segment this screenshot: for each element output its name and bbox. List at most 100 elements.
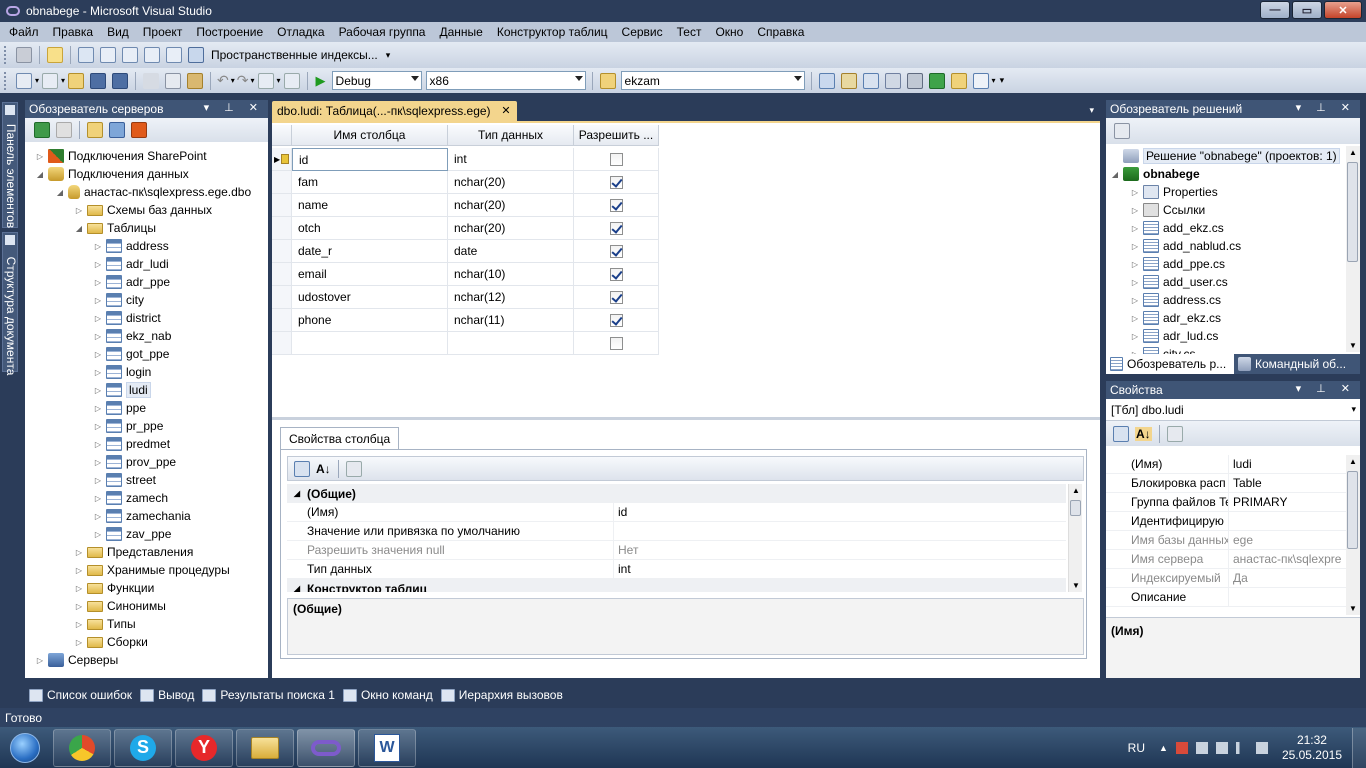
row-selector[interactable]: ▶: [272, 148, 292, 171]
solution-explorer-icon[interactable]: [818, 72, 835, 89]
property-row[interactable]: Описание: [1106, 588, 1346, 607]
allow-nulls-checkbox[interactable]: [609, 290, 623, 304]
relationships-icon[interactable]: [78, 47, 94, 63]
scroll-down-icon[interactable]: ▼: [1072, 581, 1080, 590]
data-type-cell[interactable]: date: [448, 240, 574, 263]
sol-solution[interactable]: Решение "obnabege" (проектов: 1): [1110, 147, 1340, 165]
row-selector[interactable]: [272, 240, 292, 263]
column-prop-row[interactable]: Тип данных int: [287, 560, 1066, 579]
taskbar-visual-studio[interactable]: [297, 728, 355, 767]
bottom-tab-4[interactable]: Иерархия вызовов: [437, 688, 567, 702]
tree-table-ekz_nab[interactable]: ▷ ekz_nab: [93, 327, 171, 345]
expand-icon[interactable]: ▷: [1130, 242, 1140, 251]
menu-2[interactable]: Вид: [100, 22, 136, 42]
group-collapse-icon[interactable]: ◢: [287, 489, 307, 498]
tree-table-adr_ludi[interactable]: ▷ adr_ludi: [93, 255, 169, 273]
close-button[interactable]: ✕: [1324, 1, 1362, 19]
paste-icon[interactable]: [187, 72, 204, 89]
menu-12[interactable]: Справка: [750, 22, 811, 42]
expand-icon[interactable]: ▷: [93, 332, 103, 341]
expand-icon[interactable]: ▷: [93, 350, 103, 359]
expand-icon[interactable]: ▷: [93, 386, 103, 395]
tree-table-predmet[interactable]: ▷ predmet: [93, 435, 170, 453]
start-button[interactable]: [0, 728, 50, 768]
menu-1[interactable]: Правка: [46, 22, 101, 42]
tree-schemas[interactable]: ▷ Схемы баз данных: [74, 201, 212, 219]
expand-icon[interactable]: ▷: [93, 296, 103, 305]
data-type-cell[interactable]: nchar(12): [448, 286, 574, 309]
expand-icon[interactable]: ▷: [1130, 278, 1140, 287]
tree-table-pr_ppe[interactable]: ▷ pr_ppe: [93, 417, 163, 435]
expand-icon[interactable]: ▷: [35, 656, 45, 665]
platform-select[interactable]: x86: [425, 71, 586, 90]
group-collapse-icon[interactable]: ◢: [287, 584, 307, 592]
expand-icon[interactable]: ▷: [93, 458, 103, 467]
property-row[interactable]: Блокировка расп Table: [1106, 474, 1346, 493]
navigate-backward-icon[interactable]: [257, 72, 274, 89]
row-selector[interactable]: [272, 194, 292, 217]
document-tab[interactable]: dbo.ludi: Таблица(...-пк\sqlexpress.ege)…: [272, 101, 517, 121]
save-all-icon[interactable]: [112, 72, 129, 89]
column-prop-row[interactable]: Разрешить значения null Нет: [287, 541, 1066, 560]
data-type-cell[interactable]: nchar(10): [448, 263, 574, 286]
column-name-cell[interactable]: date_r: [292, 240, 448, 263]
allow-nulls-checkbox[interactable]: [609, 267, 623, 281]
menu-5[interactable]: Отладка: [270, 22, 331, 42]
extension-manager-icon[interactable]: [928, 72, 945, 89]
tree-table-prov_ppe[interactable]: ▷ prov_ppe: [93, 453, 176, 471]
tree-tables[interactable]: ◢ Таблицы: [74, 219, 156, 237]
find-in-files-icon[interactable]: [599, 72, 616, 89]
save-icon[interactable]: [90, 72, 107, 89]
tree-table-zamechania[interactable]: ▷ zamechania: [93, 507, 191, 525]
row-selector[interactable]: [272, 309, 292, 332]
tree-table-city[interactable]: ▷ city: [93, 291, 144, 309]
property-row[interactable]: Идентифицирую: [1106, 512, 1346, 531]
undo-icon[interactable]: ↶: [217, 72, 229, 89]
active-files-dropdown-icon[interactable]: ▾: [1089, 105, 1094, 116]
collapse-icon[interactable]: ◢: [74, 224, 84, 233]
column-name-cell[interactable]: email: [292, 263, 448, 286]
property-row[interactable]: Индексируемый Да: [1106, 569, 1346, 588]
expand-icon[interactable]: ▷: [93, 404, 103, 413]
spatial-index-icon[interactable]: [188, 47, 204, 63]
sol-item-0[interactable]: ▷ Properties: [1130, 183, 1218, 201]
tree-folder-1[interactable]: ▷ Хранимые процедуры: [74, 561, 230, 579]
expand-icon[interactable]: ▷: [93, 512, 103, 521]
toolbar-overflow-icon-2[interactable]: ▾: [1000, 75, 1005, 86]
column-name-cell[interactable]: phone: [292, 309, 448, 332]
data-type-cell[interactable]: nchar(20): [448, 171, 574, 194]
column-name-cell[interactable]: [292, 332, 448, 355]
new-project-icon[interactable]: [16, 72, 32, 89]
expand-icon[interactable]: ▷: [1130, 188, 1140, 197]
expand-icon[interactable]: ▷: [1130, 332, 1140, 341]
data-type-cell[interactable]: nchar(20): [448, 194, 574, 217]
tree-table-ludi[interactable]: ▷ ludi: [93, 381, 151, 399]
prop-scroll-down-icon[interactable]: ▼: [1349, 604, 1357, 613]
column-name-cell[interactable]: name: [292, 194, 448, 217]
expand-icon[interactable]: ▷: [93, 278, 103, 287]
tools-icon[interactable]: [906, 72, 923, 89]
data-type-cell[interactable]: nchar(20): [448, 217, 574, 240]
column-name-cell[interactable]: otch: [292, 217, 448, 240]
navigate-forward-icon[interactable]: [283, 72, 300, 89]
row-selector[interactable]: [272, 217, 292, 240]
column-header-1[interactable]: Тип данных: [448, 125, 574, 146]
server-explorer-icon[interactable]: [950, 72, 967, 89]
connect-database-icon[interactable]: [87, 122, 103, 138]
tree-table-street[interactable]: ▷ street: [93, 471, 156, 489]
stop-refresh-icon[interactable]: [56, 122, 72, 138]
tree-table-address[interactable]: ▷ address: [93, 237, 169, 255]
close-tab-icon[interactable]: ✕: [501, 104, 510, 117]
expand-icon[interactable]: ▷: [93, 242, 103, 251]
sol-item-6[interactable]: ▷ address.cs: [1130, 291, 1221, 309]
volume-icon[interactable]: [1215, 741, 1228, 754]
allow-nulls-checkbox[interactable]: [609, 336, 623, 350]
property-row[interactable]: Группа файлов Te PRIMARY: [1106, 493, 1346, 512]
panel-controls-3[interactable]: ▾ ⊥ ✕: [1296, 382, 1356, 395]
tree-table-login[interactable]: ▷ login: [93, 363, 151, 381]
expand-icon[interactable]: ▷: [74, 602, 84, 611]
group-general[interactable]: ◢ (Общие): [287, 484, 1066, 503]
sol-item-9[interactable]: ▷ city.cs: [1130, 345, 1195, 354]
row-selector[interactable]: [272, 286, 292, 309]
allow-nulls-checkbox[interactable]: [609, 198, 623, 212]
